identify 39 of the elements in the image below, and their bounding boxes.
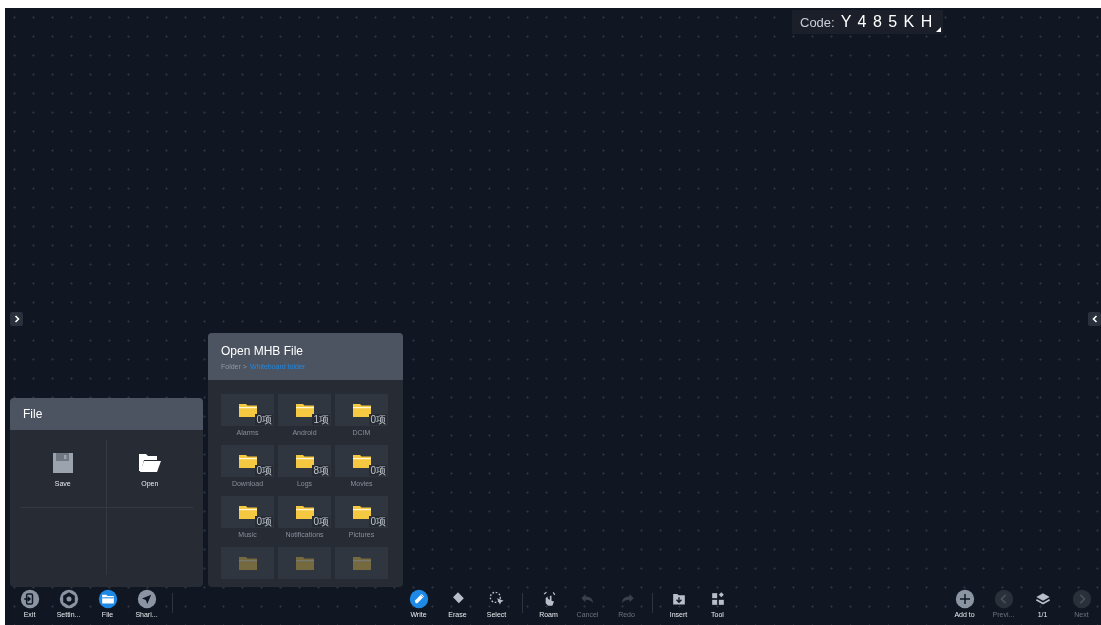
folder-icon — [97, 589, 118, 609]
exit-icon — [19, 589, 40, 609]
folder-icon — [295, 403, 314, 417]
plus-icon — [954, 589, 975, 609]
folder-icon — [137, 452, 162, 474]
item-count: 8项 — [312, 465, 330, 476]
folder-icon — [238, 556, 257, 570]
folder-icon — [352, 403, 371, 417]
expand-button[interactable] — [1088, 312, 1101, 326]
item-count: 0项 — [369, 465, 387, 476]
item-count: 0项 — [369, 414, 387, 425]
code-label: Code: — [800, 15, 835, 30]
folder-icon — [352, 454, 371, 468]
resize-icon — [936, 27, 942, 32]
folder-icon — [295, 454, 314, 468]
folder-icon — [352, 505, 371, 519]
item-count: 1项 — [312, 414, 330, 425]
folder-icon — [352, 556, 371, 570]
pen-icon — [408, 589, 429, 609]
chevron-left-icon — [993, 589, 1014, 609]
item-count: 0项 — [312, 516, 330, 527]
folder-icon — [238, 403, 257, 417]
item-count: 0项 — [255, 465, 273, 476]
folder-icon — [295, 556, 314, 570]
chevron-left-icon — [1090, 315, 1099, 323]
code-value: Y 4 8 5 K H — [840, 13, 934, 31]
item-count: 0项 — [369, 516, 387, 527]
folder-icon — [238, 454, 257, 468]
chevron-right-icon — [12, 315, 21, 323]
send-icon — [136, 589, 157, 609]
panel-title: Open MHB File — [221, 343, 305, 358]
folder-icon — [238, 505, 257, 519]
panel-title: File — [23, 407, 43, 421]
item-count: 0项 — [255, 516, 273, 527]
expand-button[interactable] — [10, 312, 23, 326]
item-count: 0项 — [255, 414, 273, 425]
settings-icon — [58, 589, 79, 609]
chevron-right-icon — [1071, 589, 1092, 609]
folder-icon — [295, 505, 314, 519]
